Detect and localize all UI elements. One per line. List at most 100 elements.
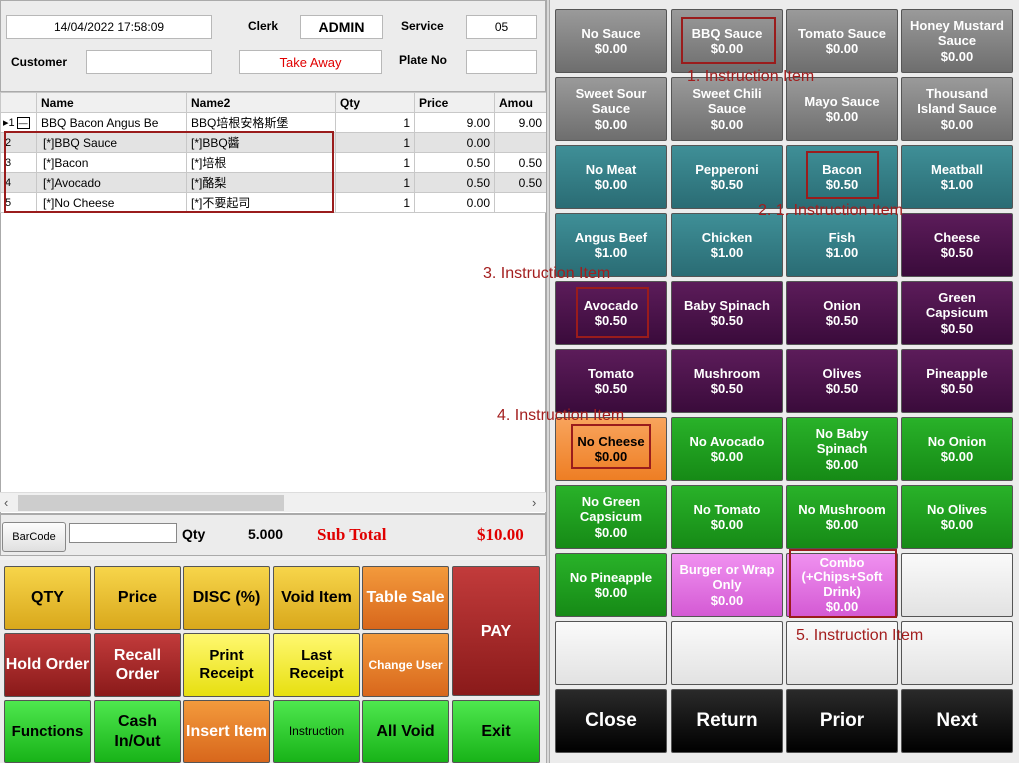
item-button-no-meat[interactable]: No Meat $0.00 — [555, 145, 667, 209]
empty-item-button[interactable] — [555, 621, 667, 685]
item-button-meatball[interactable]: Meatball $1.00 — [901, 145, 1013, 209]
item-button-mushroom[interactable]: Mushroom $0.50 — [671, 349, 783, 413]
item-button-honey-mustard-sauce[interactable]: Honey Mustard Sauce $0.00 — [901, 9, 1013, 73]
item-button-mayo-sauce[interactable]: Mayo Sauce $0.00 — [786, 77, 898, 141]
prior-button[interactable]: Prior — [786, 689, 898, 753]
item-button-no-avocado[interactable]: No Avocado $0.00 — [671, 417, 783, 481]
item-qty: 1 — [335, 112, 415, 133]
discount-button[interactable]: DISC (%) — [183, 566, 270, 630]
item-button-thousand-island-sauce[interactable]: Thousand Island Sauce $0.00 — [901, 77, 1013, 141]
scroll-thumb[interactable] — [18, 495, 284, 511]
print-receipt-button[interactable]: Print Receipt — [183, 633, 270, 697]
annotation-2: 2. 1. Instruction Item — [758, 202, 903, 219]
cash-in-out-button[interactable]: Cash In/Out — [94, 700, 181, 763]
last-receipt-button[interactable]: Last Receipt — [273, 633, 360, 697]
item-name: Fish — [828, 229, 856, 245]
item-button-no-mushroom[interactable]: No Mushroom $0.00 — [786, 485, 898, 549]
item-button-no-green-capsicum[interactable]: No Green Capsicum $0.00 — [555, 485, 667, 549]
modifier-rows-highlight — [4, 131, 334, 213]
column-header[interactable]: Name — [36, 92, 187, 113]
horizontal-scrollbar[interactable]: ‹ › — [0, 492, 546, 512]
row-index: ▸1— — [0, 112, 37, 133]
plate-field[interactable] — [466, 50, 537, 74]
item-button-tomato-sauce[interactable]: Tomato Sauce $0.00 — [786, 9, 898, 73]
item-button-chicken[interactable]: Chicken $1.00 — [671, 213, 783, 277]
item-button-pineapple[interactable]: Pineapple $0.50 — [901, 349, 1013, 413]
next-button[interactable]: Next — [901, 689, 1013, 753]
scroll-left-icon[interactable]: ‹ — [4, 495, 8, 510]
item-button-no-pineapple[interactable]: No Pineapple $0.00 — [555, 553, 667, 617]
item-button-baby-spinach[interactable]: Baby Spinach $0.50 — [671, 281, 783, 345]
item-name: No Olives — [927, 501, 987, 517]
item-price: $0.50 — [594, 381, 628, 396]
functions-button[interactable]: Functions — [4, 700, 91, 763]
barcode-input[interactable] — [69, 523, 177, 543]
barcode-button[interactable]: BarCode — [2, 522, 66, 552]
highlight-bacon — [806, 151, 879, 199]
scroll-right-icon[interactable]: › — [532, 495, 536, 510]
item-name: Sweet Sour Sauce — [575, 86, 647, 117]
header-panel — [0, 0, 546, 92]
item-name: No Tomato — [693, 501, 761, 517]
highlight-bbq-sauce — [681, 17, 776, 64]
close-button[interactable]: Close — [555, 689, 667, 753]
item-price: $0.00 — [825, 41, 859, 56]
return-button[interactable]: Return — [671, 689, 783, 753]
item-button-green-capsicum[interactable]: Green Capsicum $0.50 — [901, 281, 1013, 345]
column-header[interactable]: Price — [414, 92, 495, 113]
item-button-no-tomato[interactable]: No Tomato $0.00 — [671, 485, 783, 549]
column-header[interactable]: Qty — [335, 92, 415, 113]
item-name: Pepperoni — [695, 161, 759, 177]
table-row[interactable]: ▸1— BBQ Bacon Angus Be BBQ培根安格斯堡 1 9.00 … — [0, 112, 547, 133]
highlight-avocado — [576, 287, 649, 338]
qty-button[interactable]: QTY — [4, 566, 91, 630]
item-name: Cheese — [933, 229, 981, 245]
table-sale-button[interactable]: Table Sale — [362, 566, 449, 630]
price-button[interactable]: Price — [94, 566, 181, 630]
item-button-sweet-chili-sauce[interactable]: Sweet Chili Sauce $0.00 — [671, 77, 783, 141]
item-price: $0.50 — [710, 177, 744, 192]
item-button-fish[interactable]: Fish $1.00 — [786, 213, 898, 277]
change-user-button[interactable]: Change User — [362, 633, 449, 697]
all-void-button[interactable]: All Void — [362, 700, 449, 763]
item-amount — [494, 132, 547, 153]
item-button-sweet-sour-sauce[interactable]: Sweet Sour Sauce $0.00 — [555, 77, 667, 141]
item-button-no-sauce[interactable]: No Sauce $0.00 — [555, 9, 667, 73]
customer-label: Customer — [11, 55, 68, 69]
service-field[interactable]: 05 — [466, 15, 537, 39]
item-button-olives[interactable]: Olives $0.50 — [786, 349, 898, 413]
item-price: $0.00 — [710, 116, 744, 132]
item-name: No Onion — [927, 433, 987, 449]
pay-button[interactable]: PAY — [452, 566, 540, 696]
item-price: $0.00 — [940, 449, 974, 464]
item-button-tomato[interactable]: Tomato $0.50 — [555, 349, 667, 413]
item-price: $0.00 — [710, 592, 744, 608]
item-button-pepperoni[interactable]: Pepperoni $0.50 — [671, 145, 783, 209]
item-button-no-baby-spinach[interactable]: No Baby Spinach $0.00 — [786, 417, 898, 481]
item-button-no-olives[interactable]: No Olives $0.00 — [901, 485, 1013, 549]
order-type-field[interactable]: Take Away — [239, 50, 382, 74]
service-label: Service — [401, 19, 444, 33]
item-amount: 0.50 — [494, 172, 547, 193]
recall-order-button[interactable]: Recall Order — [94, 633, 181, 697]
customer-field[interactable] — [86, 50, 212, 74]
item-price: $0.50 — [940, 245, 974, 260]
item-button-onion[interactable]: Onion $0.50 — [786, 281, 898, 345]
item-button-burger-or-wrap-only[interactable]: Burger or Wrap Only $0.00 — [671, 553, 783, 617]
hold-order-button[interactable]: Hold Order — [4, 633, 91, 697]
exit-button[interactable]: Exit — [452, 700, 540, 763]
insert-item-button[interactable]: Insert Item — [183, 700, 270, 763]
void-item-button[interactable]: Void Item — [273, 566, 360, 630]
instruction-button[interactable]: Instruction — [273, 700, 360, 763]
item-button-no-onion[interactable]: No Onion $0.00 — [901, 417, 1013, 481]
empty-item-button[interactable] — [901, 553, 1013, 617]
item-amount: 9.00 — [494, 112, 547, 133]
item-qty: 1 — [335, 152, 415, 173]
annotation-3: 3. Instruction Item — [483, 265, 611, 282]
highlight-combo — [789, 549, 897, 618]
empty-item-button[interactable] — [671, 621, 783, 685]
item-button-cheese[interactable]: Cheese $0.50 — [901, 213, 1013, 277]
column-header[interactable]: Amou — [494, 92, 547, 113]
item-qty: 1 — [335, 192, 415, 213]
column-header[interactable]: Name2 — [186, 92, 336, 113]
